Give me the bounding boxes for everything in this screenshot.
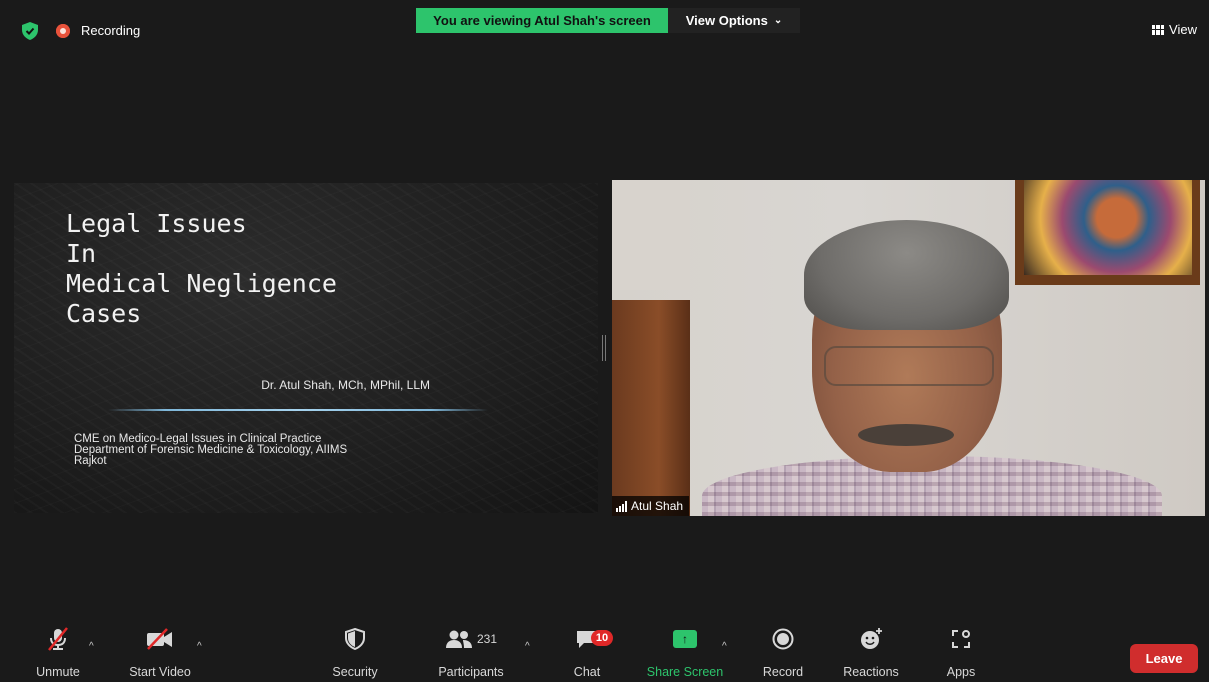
speaker-hair bbox=[804, 220, 1009, 330]
participants-count: 231 bbox=[476, 632, 498, 646]
viewing-screen-banner: You are viewing Atul Shah's screen bbox=[416, 8, 668, 33]
record-icon bbox=[772, 628, 794, 650]
shared-screen: Legal Issues In Medical Negligence Cases… bbox=[14, 183, 598, 513]
signal-strength-icon bbox=[616, 500, 627, 512]
slide-footer-line: Department of Forensic Medicine & Toxico… bbox=[74, 444, 348, 456]
security-label: Security bbox=[332, 665, 378, 679]
meeting-toolbar: Unmute ^ Start Video ^ Security 231 Part… bbox=[0, 624, 1209, 682]
background-door bbox=[612, 300, 690, 516]
security-shield-icon bbox=[345, 628, 365, 650]
view-options-label: View Options bbox=[685, 13, 768, 28]
recording-label[interactable]: Recording bbox=[81, 23, 140, 38]
video-off-icon bbox=[147, 628, 172, 650]
recording-icon[interactable] bbox=[56, 24, 70, 38]
participants-button[interactable]: 231 Participants bbox=[434, 624, 508, 679]
chat-label: Chat bbox=[573, 665, 601, 679]
slide-title: Legal Issues In Medical Negligence Cases bbox=[66, 209, 337, 329]
participant-name: Atul Shah bbox=[631, 499, 684, 513]
reactions-smiley-icon bbox=[861, 628, 882, 649]
zoom-meeting-window: Recording You are viewing Atul Shah's sc… bbox=[0, 0, 1209, 682]
slide-footer-line: Rajkot bbox=[74, 455, 107, 467]
start-video-button[interactable]: Start Video bbox=[124, 624, 196, 679]
background-wall bbox=[612, 180, 690, 290]
chat-unread-badge: 10 bbox=[591, 630, 613, 646]
chat-button[interactable]: 10 Chat bbox=[570, 624, 613, 679]
security-button[interactable]: Security bbox=[330, 624, 380, 679]
share-screen-button[interactable]: ↑ Share Screen bbox=[644, 624, 726, 679]
share-screen-arrow-icon: ↑ bbox=[673, 630, 697, 648]
slide-title-line: Medical Negligence bbox=[66, 269, 337, 298]
speaker-video[interactable] bbox=[612, 180, 1205, 516]
audio-options-caret-icon[interactable]: ^ bbox=[89, 641, 94, 652]
chevron-down-icon: ⌄ bbox=[773, 15, 783, 26]
participants-options-caret-icon[interactable]: ^ bbox=[525, 641, 530, 652]
slide-title-line: Cases bbox=[66, 299, 142, 328]
share-screen-label: Share Screen bbox=[646, 665, 724, 679]
slide-title-line: Legal Issues bbox=[66, 209, 247, 238]
share-options-caret-icon[interactable]: ^ bbox=[722, 641, 727, 652]
slide-author: Dr. Atul Shah, MCh, MPhil, LLM bbox=[261, 378, 430, 392]
muted-microphone-icon bbox=[48, 627, 68, 651]
reactions-button[interactable]: Reactions bbox=[840, 624, 902, 679]
splitter-handle[interactable] bbox=[602, 335, 606, 361]
slide-divider bbox=[108, 409, 488, 411]
view-options-button[interactable]: View Options ⌄ bbox=[668, 8, 800, 33]
grid-view-icon bbox=[1152, 24, 1165, 35]
slide-title-line: In bbox=[66, 239, 97, 268]
leave-button[interactable]: Leave bbox=[1130, 644, 1198, 673]
background-painting bbox=[1015, 180, 1200, 285]
apps-label: Apps bbox=[946, 665, 976, 679]
record-button[interactable]: Record bbox=[760, 624, 806, 679]
apps-icon bbox=[952, 630, 970, 648]
record-label: Record bbox=[762, 665, 804, 679]
apps-button[interactable]: Apps bbox=[944, 624, 978, 679]
unmute-button[interactable]: Unmute bbox=[32, 624, 84, 679]
participant-name-tag: Atul Shah bbox=[612, 496, 690, 516]
speaker-glasses bbox=[824, 346, 994, 386]
reactions-label: Reactions bbox=[843, 665, 899, 679]
participants-label: Participants bbox=[438, 665, 504, 679]
slide-footer: CME on Medico-Legal Issues in Clinical P… bbox=[74, 433, 348, 467]
view-label: View bbox=[1169, 22, 1197, 37]
speaker-mustache bbox=[858, 424, 954, 446]
view-layout-button[interactable]: View bbox=[1152, 22, 1197, 37]
unmute-label: Unmute bbox=[36, 665, 80, 679]
encryption-shield-icon[interactable] bbox=[22, 22, 38, 40]
participants-icon bbox=[445, 630, 472, 648]
video-options-caret-icon[interactable]: ^ bbox=[197, 641, 202, 652]
start-video-label: Start Video bbox=[129, 665, 191, 679]
